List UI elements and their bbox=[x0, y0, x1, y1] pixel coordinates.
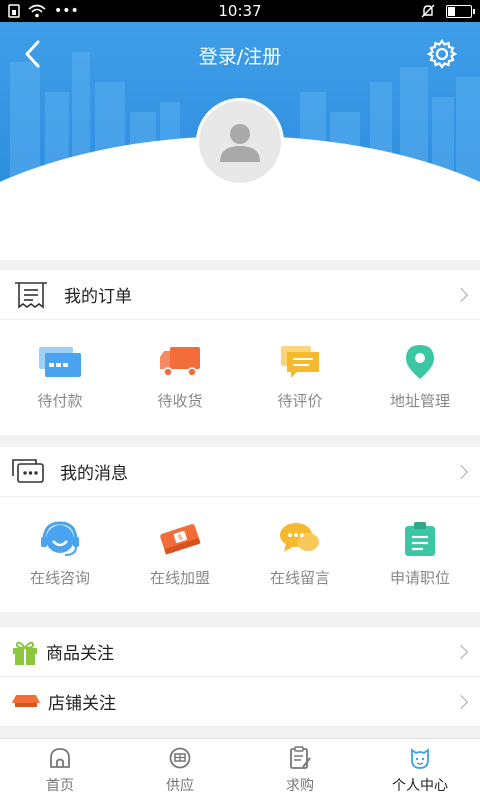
card-icon bbox=[39, 347, 81, 377]
product-follow-label: 商品关注 bbox=[46, 644, 114, 664]
tab-supply[interactable]: 供应 bbox=[120, 739, 240, 800]
order-item-label: 待收货 bbox=[157, 392, 203, 410]
shop-follow-row[interactable]: 店铺关注 bbox=[0, 677, 480, 727]
chevron-right-icon bbox=[453, 464, 469, 479]
settings-button[interactable] bbox=[426, 38, 458, 70]
online-join[interactable]: $ 在线加盟 bbox=[120, 497, 240, 612]
message-grid: 在线咨询 $ 在线加盟 在线留言 申请职位 bbox=[0, 497, 480, 612]
message-item-label: 在线咨询 bbox=[29, 569, 90, 587]
order-item-label: 待评价 bbox=[277, 392, 323, 410]
online-consult[interactable]: 在线咨询 bbox=[0, 497, 120, 612]
profile-header: 登录/注册 bbox=[0, 22, 480, 260]
tab-profile[interactable]: 个人中心 bbox=[360, 739, 480, 800]
tab-home[interactable]: 首页 bbox=[0, 739, 120, 800]
tab-label: 求购 bbox=[286, 777, 314, 794]
chevron-right-icon bbox=[453, 694, 469, 709]
messages-section: 我的消息 在线咨询 $ 在线加盟 在线留言 申请职位 bbox=[0, 447, 480, 612]
shop-follow-label: 店铺关注 bbox=[48, 694, 116, 714]
my-orders-title: 我的订单 bbox=[64, 287, 132, 307]
chevron-right-icon bbox=[453, 644, 469, 659]
bottom-tab-bar: 首页 供应 求购 个人中心 bbox=[0, 738, 480, 800]
bell-muted-icon bbox=[421, 4, 435, 18]
battery-icon bbox=[446, 4, 475, 18]
order-item-label: 待付款 bbox=[37, 392, 83, 410]
tab-label: 供应 bbox=[166, 777, 194, 794]
chevron-right-icon bbox=[453, 287, 469, 302]
profile-icon bbox=[411, 747, 429, 769]
order-pending-review[interactable]: 待评价 bbox=[240, 320, 360, 435]
tab-label: 个人中心 bbox=[392, 777, 448, 794]
my-messages-title: 我的消息 bbox=[60, 464, 128, 484]
tab-purchase[interactable]: 求购 bbox=[240, 739, 360, 800]
money-icon: $ bbox=[160, 524, 201, 555]
receipt-icon bbox=[15, 281, 47, 309]
supply-icon bbox=[169, 747, 191, 768]
follow-section: 商品关注 店铺关注 bbox=[0, 627, 480, 727]
product-follow-row[interactable]: 商品关注 bbox=[0, 627, 480, 677]
headset-icon bbox=[41, 521, 79, 556]
order-pending-payment[interactable]: 待付款 bbox=[0, 320, 120, 435]
address-management[interactable]: 地址管理 bbox=[360, 320, 480, 435]
purchase-icon bbox=[290, 745, 311, 769]
clipboard-icon bbox=[405, 522, 435, 556]
message-item-label: 申请职位 bbox=[389, 569, 450, 587]
shop-icon bbox=[12, 694, 40, 707]
page-title[interactable]: 登录/注册 bbox=[0, 42, 480, 69]
comment-icon bbox=[281, 346, 319, 378]
online-message[interactable]: 在线留言 bbox=[240, 497, 360, 612]
order-pending-receipt[interactable]: 待收货 bbox=[120, 320, 240, 435]
gear-icon bbox=[426, 39, 458, 69]
truck-icon bbox=[160, 347, 200, 377]
location-pin-icon bbox=[406, 345, 434, 379]
status-bar: ••• 10:37 bbox=[0, 0, 480, 22]
message-item-label: 在线留言 bbox=[269, 569, 330, 587]
message-icon bbox=[12, 458, 44, 483]
order-item-label: 地址管理 bbox=[389, 392, 450, 410]
chat-bubbles-icon bbox=[280, 523, 319, 552]
status-time: 10:37 bbox=[218, 2, 262, 20]
tab-label: 首页 bbox=[46, 777, 74, 794]
avatar[interactable] bbox=[196, 98, 284, 186]
orders-section: 我的订单 待付款 待收货 待评价 地址管理 bbox=[0, 270, 480, 435]
my-orders-header[interactable]: 我的订单 bbox=[0, 270, 480, 320]
my-messages-header[interactable]: 我的消息 bbox=[0, 447, 480, 497]
message-item-label: 在线加盟 bbox=[149, 569, 210, 587]
apply-position[interactable]: 申请职位 bbox=[360, 497, 480, 612]
user-silhouette-icon bbox=[220, 124, 260, 162]
order-status-grid: 待付款 待收货 待评价 地址管理 bbox=[0, 320, 480, 435]
home-icon bbox=[50, 747, 70, 768]
gift-icon bbox=[13, 641, 37, 665]
